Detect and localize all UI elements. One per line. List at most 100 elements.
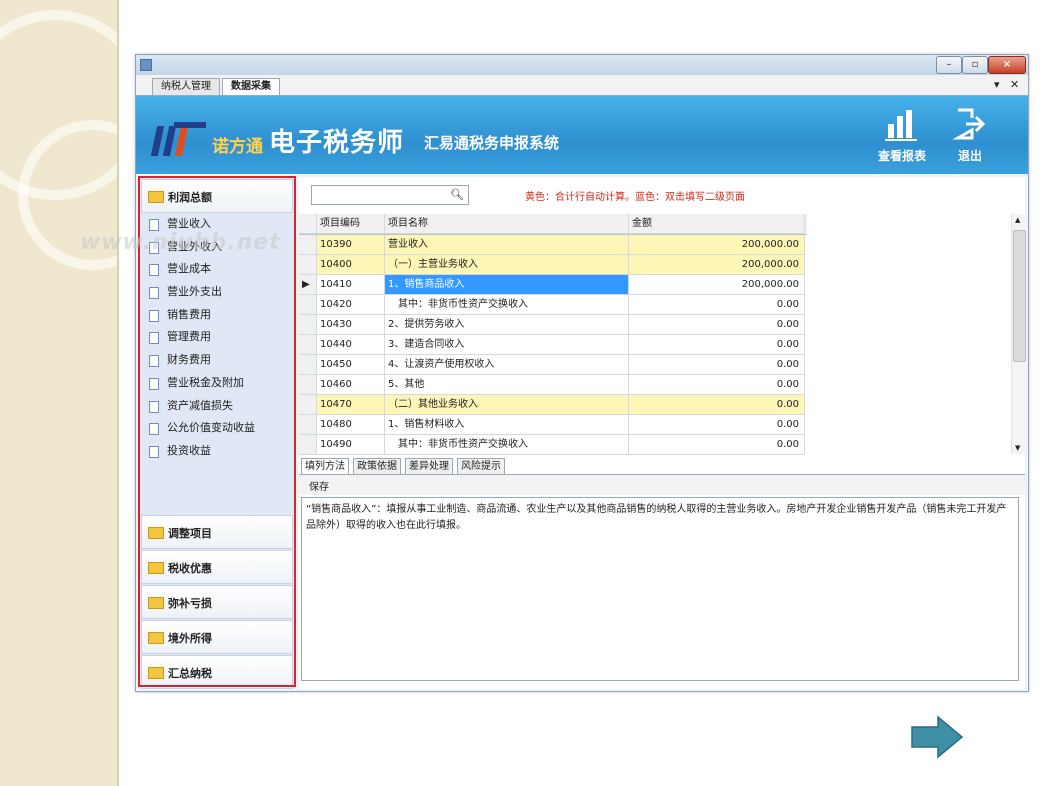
item-name[interactable]: 2、提供劳务收入 [385, 315, 629, 335]
item-amount[interactable]: 200,000.00 [629, 275, 805, 295]
column-header-name[interactable]: 项目名称 [385, 214, 629, 234]
item-code: 10400 [317, 255, 385, 275]
maximize-button[interactable]: ▫ [962, 56, 988, 74]
row-indicator [299, 375, 317, 395]
tab-taxpayer-management[interactable]: 纳税人管理 [152, 78, 220, 95]
document-icon [149, 445, 159, 458]
table-row[interactable]: 10480 1、销售材料收入 0.00 [299, 415, 807, 435]
column-header-amount[interactable]: 金额 [629, 214, 805, 234]
item-name[interactable]: 其中：非货币性资产交换收入 [385, 295, 629, 315]
item-amount[interactable]: 0.00 [629, 315, 805, 335]
item-amount[interactable]: 0.00 [629, 355, 805, 375]
sidebar-item[interactable]: 资产减值损失 [145, 395, 293, 418]
close-window-button[interactable]: × [988, 56, 1026, 74]
table-row[interactable]: 10390 营业收入 200,000.00 [299, 235, 807, 255]
sidebar-item-label: 销售费用 [167, 307, 211, 321]
tab-difference-handling[interactable]: 差异处理 [405, 458, 453, 474]
column-header-code[interactable]: 项目编码 [317, 214, 385, 234]
color-hint-text: 黄色：合计行自动计算。蓝色：双击填写二级页面 [525, 192, 745, 203]
sidebar-item[interactable]: 销售费用 [145, 304, 293, 327]
sidebar-item[interactable]: 营业外支出 [145, 281, 293, 304]
item-amount[interactable]: 0.00 [629, 415, 805, 435]
app-header: 诺方通 电子税务师 汇易通税务申报系统 查看报表 退出 [136, 96, 1028, 174]
sidebar-section-overseas-income[interactable]: 境外所得 [141, 620, 293, 654]
grid-header: 项目编码 项目名称 金额 [299, 214, 807, 235]
table-row[interactable]: 10420 其中：非货币性资产交换收入 0.00 [299, 295, 807, 315]
item-amount[interactable]: 200,000.00 [629, 255, 805, 275]
row-indicator [299, 335, 317, 355]
app-subtitle: 汇易通税务申报系统 [424, 134, 560, 152]
document-icon [149, 264, 159, 277]
section-label: 汇总纳税 [168, 667, 212, 680]
scroll-down-icon[interactable]: ▼ [1015, 444, 1020, 452]
sidebar-item[interactable]: 财务费用 [145, 349, 293, 372]
row-indicator [299, 315, 317, 335]
bottom-tab-bar: 填列方法 政策依据 差异处理 风险提示 [299, 458, 1025, 475]
search-icon[interactable]: 🔍︎ [450, 188, 464, 201]
sidebar-section-profit[interactable]: 利润总额 [141, 179, 293, 213]
sidebar-item[interactable]: 管理费用 [145, 326, 293, 349]
item-code: 10460 [317, 375, 385, 395]
item-name[interactable]: 1、销售商品收入 [385, 275, 629, 295]
grid-vertical-scrollbar[interactable]: ▲ ▼ [1011, 214, 1026, 454]
sidebar-item[interactable]: 投资收益 [145, 440, 293, 463]
exit-button[interactable]: 退出 [937, 104, 1003, 168]
item-name[interactable]: 5、其他 [385, 375, 629, 395]
tab-close-icon[interactable]: ✕ [1010, 78, 1019, 91]
table-row[interactable]: 10490 其中：非货币性资产交换收入 0.00 [299, 435, 807, 455]
sidebar-item-label: 营业成本 [167, 262, 211, 276]
sidebar-section-loss-offset[interactable]: 弥补亏损 [141, 585, 293, 619]
slide-divider [117, 0, 119, 786]
item-code: 10470 [317, 395, 385, 415]
app-window: – ▫ × 纳税人管理 数据采集 ▾ ✕ 诺方通 电子税务师 汇易通税务申报系统… [135, 54, 1029, 692]
item-amount[interactable]: 0.00 [629, 375, 805, 395]
next-slide-arrow-icon[interactable] [910, 715, 964, 759]
scroll-up-icon[interactable]: ▲ [1015, 216, 1020, 224]
scrollbar-thumb[interactable] [1013, 230, 1026, 362]
table-row[interactable]: 10470 （二）其他业务收入 0.00 [299, 395, 807, 415]
document-icon [149, 287, 159, 300]
sidebar-item[interactable]: 公允价值变动收益 [145, 417, 293, 440]
tab-fill-method[interactable]: 填列方法 [301, 458, 349, 474]
row-indicator [299, 395, 317, 415]
table-row[interactable]: 10450 4、让渡资产使用权收入 0.00 [299, 355, 807, 375]
item-amount[interactable]: 0.00 [629, 395, 805, 415]
item-amount[interactable]: 0.00 [629, 335, 805, 355]
sidebar-item[interactable]: 营业税金及附加 [145, 372, 293, 395]
search-input[interactable]: 🔍︎ [311, 185, 469, 205]
item-amount[interactable]: 200,000.00 [629, 235, 805, 255]
item-name[interactable]: （二）其他业务收入 [385, 395, 629, 415]
sidebar-item-label: 营业收入 [167, 217, 211, 230]
description-textarea[interactable]: “销售商品收入”：填报从事工业制造、商品流通、农业生产以及其他商品销售的纳税人取… [301, 497, 1019, 681]
sidebar-item[interactable]: 营业成本 [145, 258, 293, 281]
item-name[interactable]: 1、销售材料收入 [385, 415, 629, 435]
item-amount[interactable]: 0.00 [629, 435, 805, 455]
table-row[interactable]: 10400 （一）主营业务收入 200,000.00 [299, 255, 807, 275]
tab-risk-alert[interactable]: 风险提示 [457, 458, 505, 474]
sidebar-section-consolidated-tax[interactable]: 汇总纳税 [141, 655, 293, 689]
save-button[interactable]: 保存 [309, 478, 329, 493]
view-report-button[interactable]: 查看报表 [869, 104, 935, 168]
minimize-button[interactable]: – [936, 56, 962, 74]
table-row[interactable]: 10430 2、提供劳务收入 0.00 [299, 315, 807, 335]
sidebar-section-adjustments[interactable]: 调整项目 [141, 515, 293, 549]
tab-policy-basis[interactable]: 政策依据 [353, 458, 401, 474]
item-name[interactable]: 4、让渡资产使用权收入 [385, 355, 629, 375]
sidebar-section-tax-incentives[interactable]: 税收优惠 [141, 550, 293, 584]
item-name[interactable]: 3、建造合同收入 [385, 335, 629, 355]
item-name[interactable]: （一）主营业务收入 [385, 255, 629, 275]
section-label: 税收优惠 [168, 562, 212, 575]
table-row[interactable]: 10460 5、其他 0.00 [299, 375, 807, 395]
tab-data-collection[interactable]: 数据采集 [222, 78, 280, 95]
tab-dropdown-icon[interactable]: ▾ [994, 78, 1000, 91]
item-code: 10430 [317, 315, 385, 335]
app-title: 电子税务师 [269, 128, 405, 158]
sidebar-item-label: 投资收益 [167, 443, 211, 457]
table-row[interactable]: 10440 3、建造合同收入 0.00 [299, 335, 807, 355]
item-amount[interactable]: 0.00 [629, 295, 805, 315]
row-indicator [299, 435, 317, 455]
table-row[interactable]: ▶ 10410 1、销售商品收入 200,000.00 [299, 275, 807, 295]
folder-icon [148, 562, 164, 574]
item-name[interactable]: 其中：非货币性资产交换收入 [385, 435, 629, 455]
item-name[interactable]: 营业收入 [385, 235, 629, 255]
